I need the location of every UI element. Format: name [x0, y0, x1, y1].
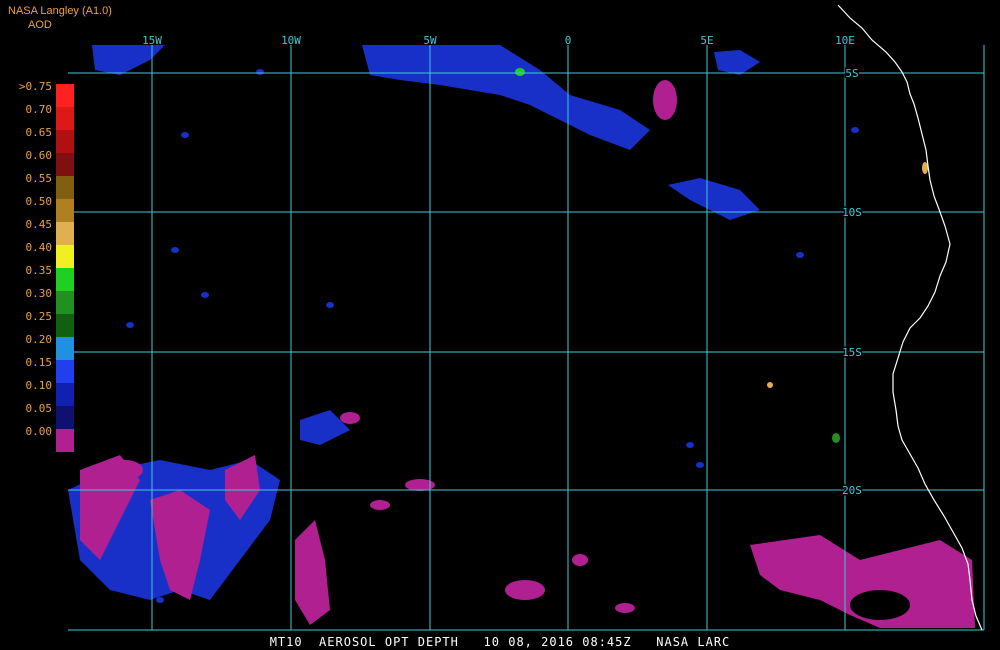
legend-label: 0.45 [25, 218, 53, 231]
legend-swatch [56, 429, 74, 452]
legend-label: 0.05 [25, 402, 53, 415]
aod-speck-green [515, 68, 525, 76]
legend-swatch [56, 268, 74, 291]
longitude-label: 10E [835, 34, 855, 47]
aod-speck [686, 442, 694, 448]
aod-field-blue [714, 50, 760, 75]
latitude-label: 5S [845, 67, 858, 80]
longitude-label: 5W [423, 34, 437, 47]
aod-speck [181, 132, 189, 138]
legend-label: 0.30 [25, 287, 53, 300]
aod-speck [326, 302, 334, 308]
aod-field-low [505, 580, 545, 600]
footer-caption: MT10 AEROSOL OPT DEPTH 10 08, 2016 08:45… [269, 635, 731, 649]
aod-field-blue [362, 45, 650, 150]
latitude-label: 15S [842, 346, 862, 359]
aod-fields [68, 45, 975, 628]
aod-speck-tan [922, 162, 928, 174]
legend-label: 0.65 [25, 126, 53, 139]
legend-swatch [56, 406, 74, 429]
legend-label: 0.40 [25, 241, 53, 254]
legend-swatch [56, 153, 74, 176]
legend-label: 0.35 [25, 264, 53, 277]
legend-label: 0.50 [25, 195, 53, 208]
longitude-label: 15W [142, 34, 162, 47]
legend-swatch [56, 291, 74, 314]
aod-gap [850, 590, 910, 620]
legend-label: 0.20 [25, 333, 53, 346]
legend-label: 0.70 [25, 103, 53, 116]
legend-swatch [56, 84, 74, 107]
legend-label: 0.10 [25, 379, 53, 392]
aod-field-low [370, 500, 390, 510]
aod-speck [156, 597, 164, 603]
legend-swatch [56, 383, 74, 406]
legend-swatch [56, 130, 74, 153]
longitude-label: 0 [565, 34, 572, 47]
legend-swatch [56, 337, 74, 360]
aod-field-blue [92, 45, 165, 75]
aod-map: 15W 10W 5W 0 5E 10E 5S 10S 15S 20S [68, 4, 985, 631]
aod-field-low [572, 554, 588, 566]
legend-swatch [56, 314, 74, 337]
aod-speck [171, 247, 179, 253]
aod-field-low [340, 412, 360, 424]
latitude-label: 10S [842, 206, 862, 219]
african-coastline [837, 4, 983, 631]
product-label: NASA Langley (A1.0) [8, 5, 112, 17]
legend-label: 0.60 [25, 149, 53, 162]
aod-speck [201, 292, 209, 298]
aod-speck-green [832, 433, 840, 443]
parameter-label: AOD [28, 19, 52, 31]
longitude-label: 10W [281, 34, 301, 47]
latitude-label: 20S [842, 484, 862, 497]
legend-label: 0.25 [25, 310, 53, 323]
aod-speck [256, 69, 264, 75]
aod-speck [851, 127, 859, 133]
aod-speck [696, 462, 704, 468]
legend-swatch [56, 360, 74, 383]
legend-label: 0.55 [25, 172, 53, 185]
legend-label: >0.75 [18, 80, 52, 93]
aod-field-blue [668, 178, 760, 220]
legend-swatch [56, 176, 74, 199]
legend-label: 0.00 [25, 425, 53, 438]
aod-speck-tan [767, 382, 773, 388]
legend-swatch [56, 107, 74, 130]
legend-swatch [56, 199, 74, 222]
aod-field-low [653, 80, 677, 120]
longitude-label: 5E [700, 34, 713, 47]
aod-speck [796, 252, 804, 258]
aod-field-low [107, 460, 143, 480]
legend-swatch [56, 245, 74, 268]
aod-field-low [295, 520, 330, 625]
aod-field-low [615, 603, 635, 613]
legend-label: 0.15 [25, 356, 53, 369]
aod-speck [126, 322, 134, 328]
legend-swatch [56, 222, 74, 245]
